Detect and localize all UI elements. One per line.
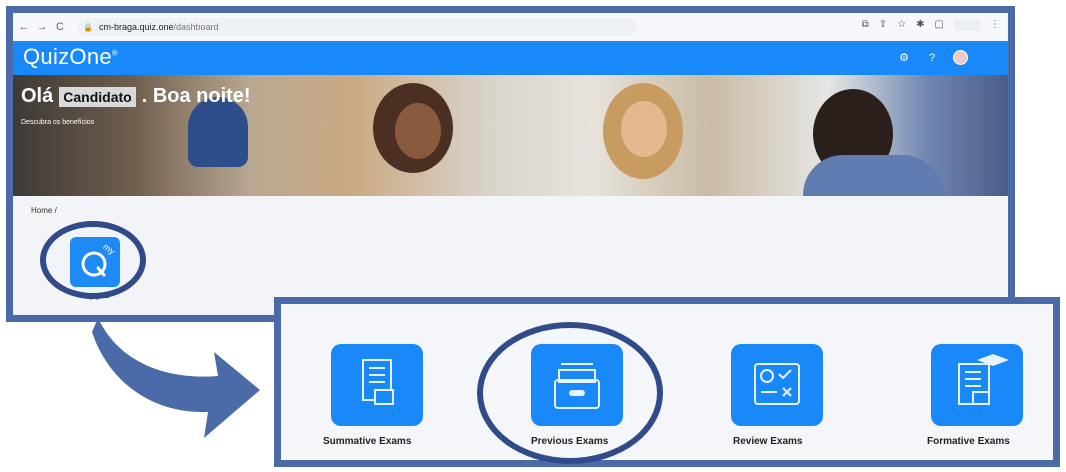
highlight-ring-previous-exams (477, 322, 663, 464)
review-exams-card[interactable] (731, 344, 823, 426)
review-checks-icon (754, 363, 800, 405)
exam-types-panel: Summative Exams Previous Exams Review Ex… (274, 297, 1060, 467)
graduation-checklist-icon (958, 354, 1009, 405)
formative-exams-card[interactable] (931, 344, 1023, 426)
summative-exams-card[interactable] (331, 344, 423, 426)
review-exams-label: Review Exams (733, 436, 803, 447)
summative-exams-label: Summative Exams (323, 436, 412, 447)
formative-exams-label: Formative Exams (927, 436, 1010, 447)
checklist-grade-icon (362, 359, 394, 405)
